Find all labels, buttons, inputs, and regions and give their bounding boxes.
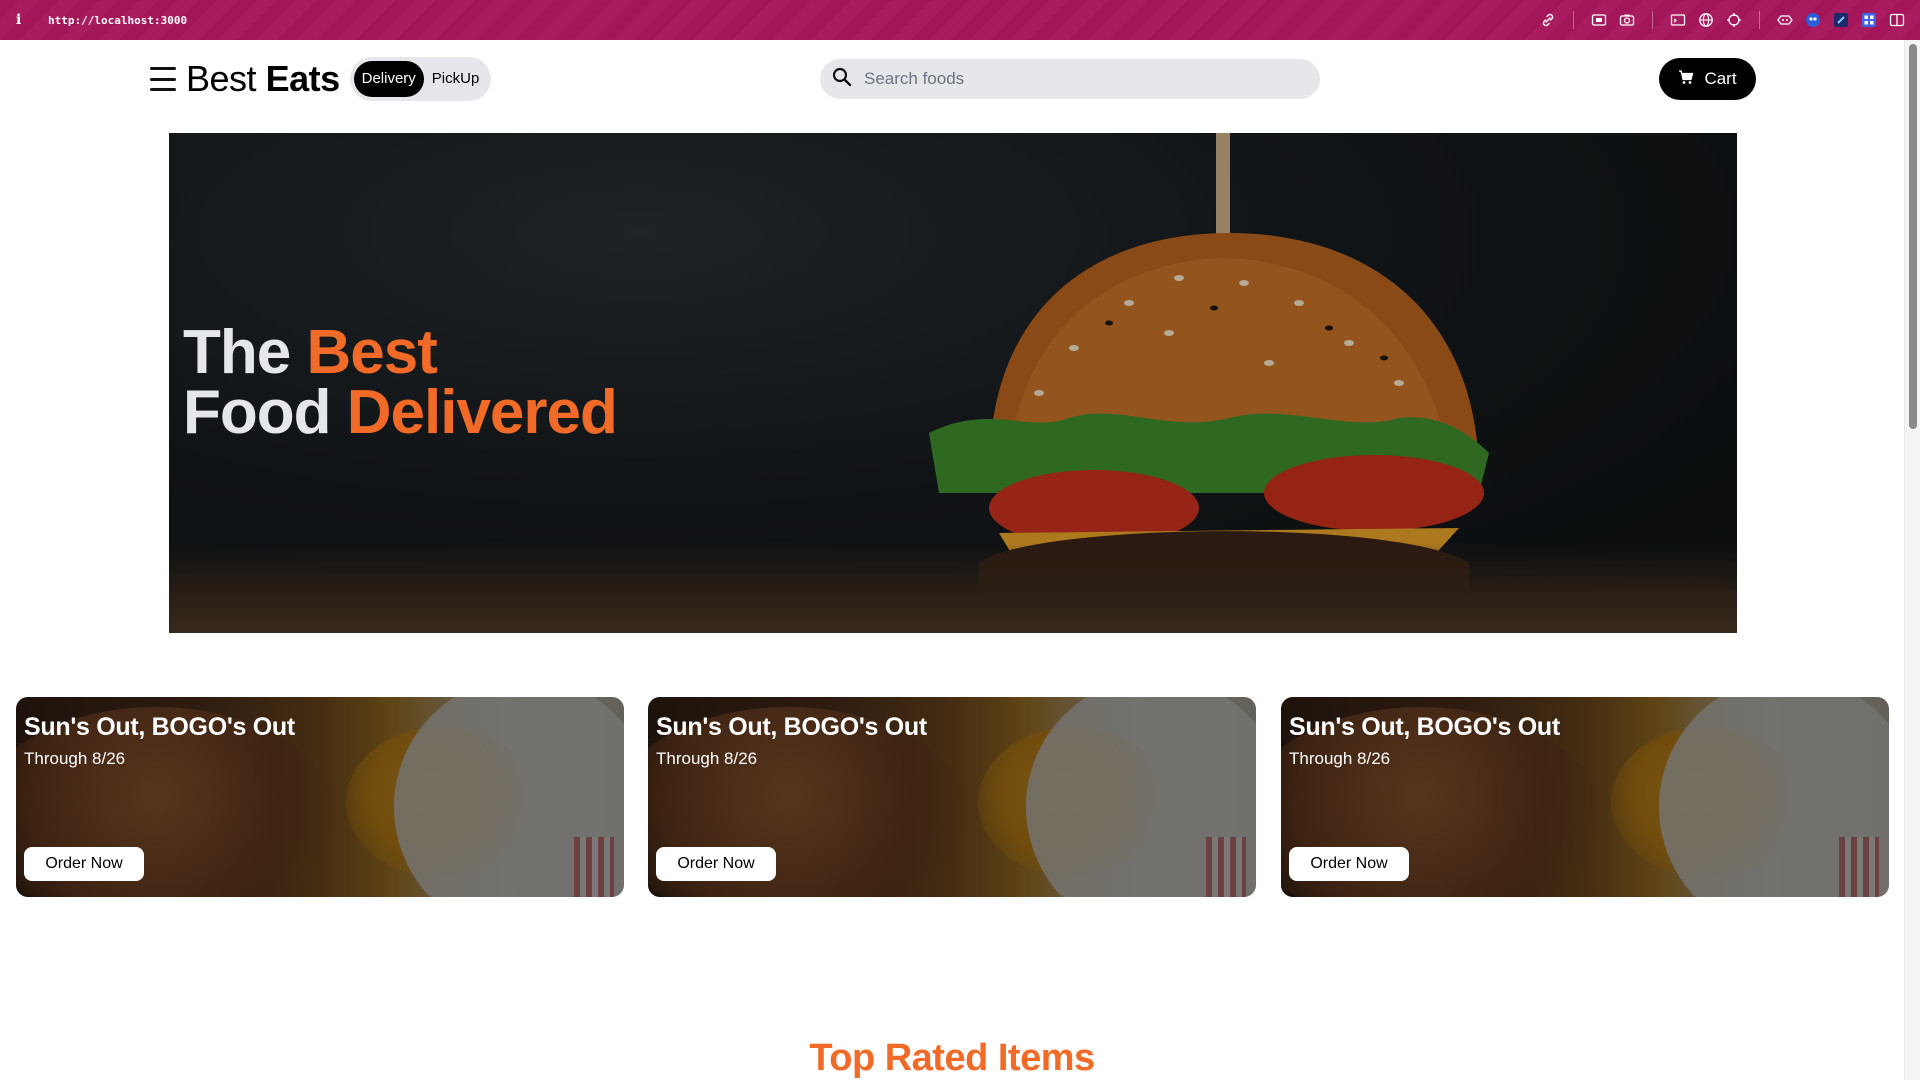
top-rated-heading: Top Rated Items: [809, 1037, 1095, 1079]
navbar: Best Eats Delivery PickUp Cart: [150, 57, 1756, 101]
hero-line1-plain: The: [183, 318, 291, 387]
page-viewport: Best Eats Delivery PickUp Cart: [0, 40, 1904, 1080]
info-icon[interactable]: i: [16, 12, 40, 28]
order-now-button[interactable]: Order Now: [24, 847, 144, 881]
hero-line2-accent: Delivered: [346, 378, 618, 447]
search-bar: [820, 59, 1320, 99]
hero-headline: The Best Food Delivered: [183, 322, 618, 444]
url-text[interactable]: http://localhost:3000: [48, 14, 187, 27]
camera-icon[interactable]: [1618, 11, 1636, 29]
browser-toolbar: i http://localhost:3000: [0, 0, 1920, 40]
search-input[interactable]: [864, 69, 1284, 89]
sidebar-icon[interactable]: [1888, 11, 1906, 29]
window-icon[interactable]: [1669, 11, 1687, 29]
promo-title: Sun's Out, BOGO's Out: [24, 713, 295, 741]
cart-label: Cart: [1704, 69, 1737, 88]
brand-logo[interactable]: Best Eats: [186, 58, 340, 100]
delivery-toggle: Delivery PickUp: [349, 57, 492, 101]
cart-button[interactable]: Cart: [1659, 58, 1756, 100]
promo-title: Sun's Out, BOGO's Out: [656, 713, 927, 741]
divider: [1573, 11, 1574, 29]
promo-subtitle: Through 8/26: [656, 749, 758, 768]
promo-card: Sun's Out, BOGO's Out Through 8/26 Order…: [648, 697, 1256, 897]
scrollbar-thumb[interactable]: [1909, 44, 1917, 429]
crosshair-icon[interactable]: [1725, 11, 1743, 29]
promo-subtitle: Through 8/26: [1289, 749, 1391, 768]
hero-banner: The Best Food Delivered: [169, 133, 1737, 633]
order-now-button[interactable]: Order Now: [1289, 847, 1409, 881]
link-icon[interactable]: [1539, 11, 1557, 29]
cart-icon: [1678, 69, 1694, 90]
menu-icon[interactable]: [150, 67, 176, 91]
brand-light: Best: [186, 58, 257, 99]
hero-line2-plain: Food: [183, 378, 331, 447]
browser-tools: [1539, 0, 1906, 40]
page-scrollbar[interactable]: [1904, 40, 1920, 1080]
screenshot-icon[interactable]: [1590, 11, 1608, 29]
hero-line1-accent: Best: [306, 318, 437, 387]
ghost-icon[interactable]: [1804, 11, 1822, 29]
promo-title: Sun's Out, BOGO's Out: [1289, 713, 1560, 741]
search-icon: [832, 67, 852, 92]
pickup-option[interactable]: PickUp: [424, 61, 488, 97]
delivery-option[interactable]: Delivery: [353, 61, 424, 97]
promo-subtitle: Through 8/26: [24, 749, 126, 768]
promo-card: Sun's Out, BOGO's Out Through 8/26 Order…: [16, 697, 624, 897]
grid-icon[interactable]: [1860, 11, 1878, 29]
order-now-button[interactable]: Order Now: [656, 847, 776, 881]
globe-icon[interactable]: [1697, 11, 1715, 29]
bookmark-icon[interactable]: [1832, 11, 1850, 29]
extension-icon[interactable]: [1776, 11, 1794, 29]
divider: [1759, 11, 1760, 29]
promo-card: Sun's Out, BOGO's Out Through 8/26 Order…: [1281, 697, 1889, 897]
brand-bold: Eats: [265, 58, 341, 99]
divider: [1652, 11, 1653, 29]
